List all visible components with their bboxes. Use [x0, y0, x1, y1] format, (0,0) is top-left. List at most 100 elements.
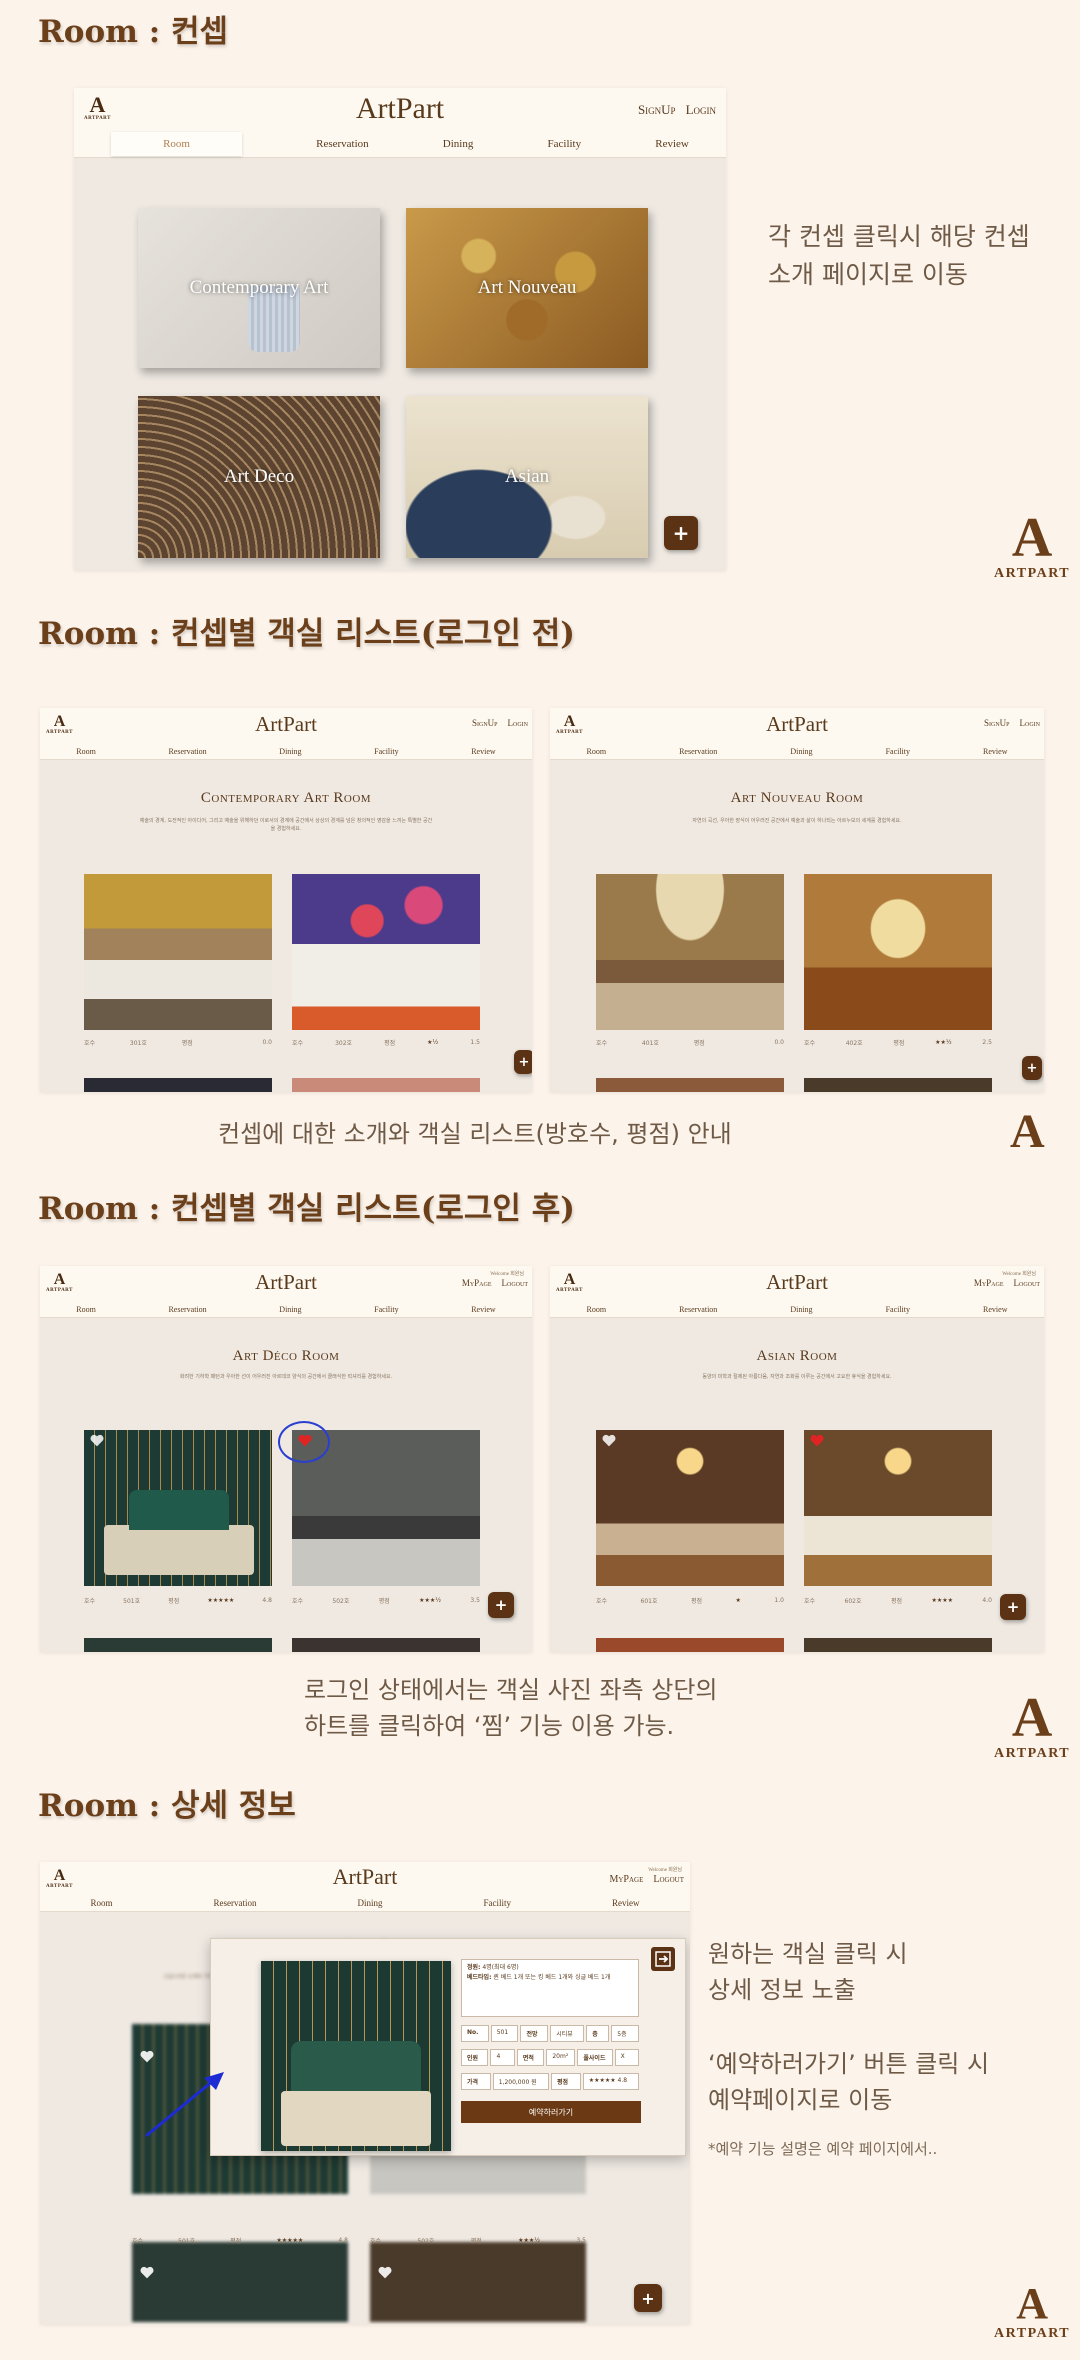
room-detail-modal: 정원: 4명(최대 6명) 베드타입: 퀸 베드 1개 또는 킹 베드 1개와 …: [210, 1938, 686, 2156]
room-photo[interactable]: [84, 874, 272, 1030]
login-link[interactable]: Login: [686, 102, 716, 118]
exit-icon[interactable]: [651, 1947, 675, 1971]
site-brand[interactable]: ArtPart: [40, 1864, 690, 1890]
room-list-art-nouveau-mockup: A ARTPART ArtPart SignUp Login Room Reser…: [550, 708, 1044, 1092]
mypage-link[interactable]: MyPage: [462, 1278, 492, 1288]
nav-facility[interactable]: Facility: [548, 138, 582, 150]
artpart-logo-2: A: [1010, 1105, 1045, 1158]
heart-icon[interactable]: [90, 1434, 104, 1447]
site-brand[interactable]: ArtPart: [40, 1270, 532, 1295]
page-description: 동양의 미학과 절제된 아름다움, 자연과 조화를 이루는 공간에서 고요한 휴…: [702, 1374, 892, 1380]
note-concept-click: 각 컨셉 클릭시 해당 컨셉 소개 페이지로 이동: [768, 222, 1030, 289]
room-photo[interactable]: [804, 874, 992, 1030]
concept-label: Asian: [504, 466, 550, 487]
note-concept-intro: 컨셉에 대한 소개와 객실 리스트(방호수, 평점) 안내: [218, 1120, 732, 1148]
reserve-button[interactable]: 예약하러가기: [461, 2101, 641, 2123]
logout-link[interactable]: Logout: [502, 1278, 529, 1288]
page-description: 예술의 경계, 도전적인 아이디어, 그리고 예술을 위해하던 이로서의 경계에…: [139, 818, 433, 832]
room-spec-row: 인원 4 면적 20m² 풀사이드 X: [461, 2049, 639, 2066]
room-photo[interactable]: [84, 1430, 272, 1586]
section-title-list-before-login: Room : 컨셉별 객실 리스트(로그인 전): [38, 616, 575, 652]
artpart-logo-4: A ARTPART: [994, 2279, 1071, 2342]
login-link[interactable]: Login: [1020, 718, 1041, 728]
room-info-row: 호수 401호 평점 0.0: [596, 1039, 784, 1047]
room-detail-mockup: A ARTPART ArtPart Welcome 회원님 MyPage Logo…: [40, 1862, 690, 2324]
room-info-row: 호수 501호 평점 ★★★★★ 4.8: [132, 2237, 348, 2245]
concept-card-contemporary[interactable]: Contemporary Art: [138, 208, 380, 368]
concept-label: Contemporary Art: [189, 277, 329, 298]
room-info-row: 호수 601호 평점 ★ 1.0: [596, 1597, 784, 1605]
signup-link[interactable]: SignUp: [638, 102, 676, 118]
room-detail-photo: [261, 1961, 451, 2151]
main-nav: Room Reservation Dining Facility Review: [40, 744, 532, 760]
room-info-box: 정원: 4명(최대 6명) 베드타입: 퀸 베드 1개 또는 킹 베드 1개와 …: [461, 1959, 639, 2017]
section-title-detail: Room : 상세 정보: [38, 1788, 296, 1824]
heart-icon[interactable]: [602, 1434, 616, 1447]
nav-room[interactable]: Room: [111, 131, 242, 156]
concept-card-art-nouveau[interactable]: Art Nouveau: [406, 208, 648, 368]
add-button[interactable]: +: [664, 516, 698, 550]
page-title: Art Déco Room: [232, 1348, 340, 1364]
site-brand[interactable]: ArtPart: [74, 92, 726, 126]
room-info-row: 호수 402호 평점 ★★½ 2.5: [804, 1039, 992, 1047]
main-nav: Room Reservation Dining Facility Review: [550, 744, 1044, 760]
mypage-link[interactable]: MyPage: [609, 1874, 643, 1885]
concept-page-mockup: A ARTPART ArtPart SignUp Login Room Reser…: [74, 88, 726, 570]
room-photo[interactable]: [804, 1430, 992, 1586]
nav-dining[interactable]: Dining: [443, 138, 474, 150]
artpart-logo-3: A ARTPART: [994, 1687, 1071, 1761]
section-title-list-after-login: Room : 컨셉별 객실 리스트(로그인 후): [38, 1191, 575, 1227]
add-button[interactable]: +: [514, 1050, 532, 1074]
site-brand[interactable]: ArtPart: [550, 1270, 1044, 1295]
logout-link[interactable]: Logout: [653, 1874, 684, 1885]
main-nav: Room Reservation Dining Facility Review: [550, 1302, 1044, 1318]
concept-label: Art Deco: [223, 466, 295, 487]
nav-review[interactable]: Review: [655, 138, 689, 150]
main-nav: Room Reservation Dining Facility Review: [74, 130, 726, 158]
add-button[interactable]: +: [634, 2284, 662, 2312]
note-reserve-button: ‘예약하러가기’ 버튼 클릭 시 예약페이지로 이동: [708, 2050, 990, 2114]
nav-reservation[interactable]: Reservation: [316, 138, 369, 150]
note-heart-feature: 로그인 상태에서는 객실 사진 좌측 상단의 하트를 클릭하여 ‘찜’ 기능 이…: [304, 1676, 718, 1740]
heart-icon[interactable]: [140, 2266, 154, 2279]
welcome-text: Welcome 회원님: [490, 1272, 524, 1277]
room-list-asian-mockup: A ARTPART ArtPart Welcome 회원님 MyPage Logo…: [550, 1266, 1044, 1652]
welcome-text: Welcome 회원님: [1002, 1272, 1036, 1277]
concept-card-asian[interactable]: Asian: [406, 396, 648, 558]
logout-link[interactable]: Logout: [1014, 1278, 1041, 1288]
arrow-annotation: [145, 2072, 224, 2138]
page-description: 자연의 곡선, 우아한 장식이 어우러진 공간에서 예술과 삶이 하나되는 아르…: [692, 818, 902, 824]
room-photo[interactable]: [292, 874, 480, 1030]
room-info-row: 호수 302호 평점 ★½ 1.5: [292, 1039, 480, 1047]
room-info-row: 호수 502호 평점 ★★★½ 3.5: [370, 2237, 586, 2245]
signup-link[interactable]: SignUp: [984, 718, 1010, 728]
note-reserve-more: *예약 기능 설명은 예약 페이지에서..: [708, 2140, 938, 2158]
highlight-circle: [278, 1421, 330, 1463]
room-info-row: 호수 301호 평점 0.0: [84, 1039, 272, 1047]
room-info-row: 호수 501호 평점 ★★★★★ 4.8: [84, 1597, 272, 1605]
login-link[interactable]: Login: [508, 718, 529, 728]
page-title: Art Nouveau Room: [730, 790, 864, 806]
room-list-contemporary-mockup: A ARTPART ArtPart SignUp Login Room Reser…: [40, 708, 532, 1092]
section-title-concept: Room : 컨셉: [38, 14, 228, 50]
heart-icon-filled[interactable]: [810, 1434, 824, 1447]
room-info-row: 호수 602호 평점 ★★★★ 4.0: [804, 1597, 992, 1605]
auth-links: SignUp Login: [638, 102, 716, 118]
room-list-art-deco-mockup: A ARTPART ArtPart Welcome 회원님 MyPage Logo…: [40, 1266, 532, 1652]
add-button[interactable]: +: [488, 1592, 514, 1618]
room-price-row: 가격 1,200,000 원 평점 ★★★★★ 4.8: [461, 2073, 639, 2090]
room-photo[interactable]: [596, 1430, 784, 1586]
signup-link[interactable]: SignUp: [472, 718, 498, 728]
room-photo[interactable]: [596, 874, 784, 1030]
site-brand[interactable]: ArtPart: [550, 712, 1044, 737]
mypage-link[interactable]: MyPage: [974, 1278, 1004, 1288]
add-button[interactable]: +: [1000, 1594, 1026, 1620]
room-info-row: 호수 502호 평점 ★★★½ 3.5: [292, 1597, 480, 1605]
main-nav: Room Reservation Dining Facility Review: [40, 1302, 532, 1318]
main-nav: Room Reservation Dining Facility Review: [40, 1894, 690, 1912]
page-title: Asian Room: [756, 1348, 838, 1364]
concept-card-art-deco[interactable]: Art Deco: [138, 396, 380, 558]
heart-icon[interactable]: [378, 2266, 392, 2279]
site-brand[interactable]: ArtPart: [40, 712, 532, 737]
add-button[interactable]: +: [1022, 1056, 1042, 1080]
